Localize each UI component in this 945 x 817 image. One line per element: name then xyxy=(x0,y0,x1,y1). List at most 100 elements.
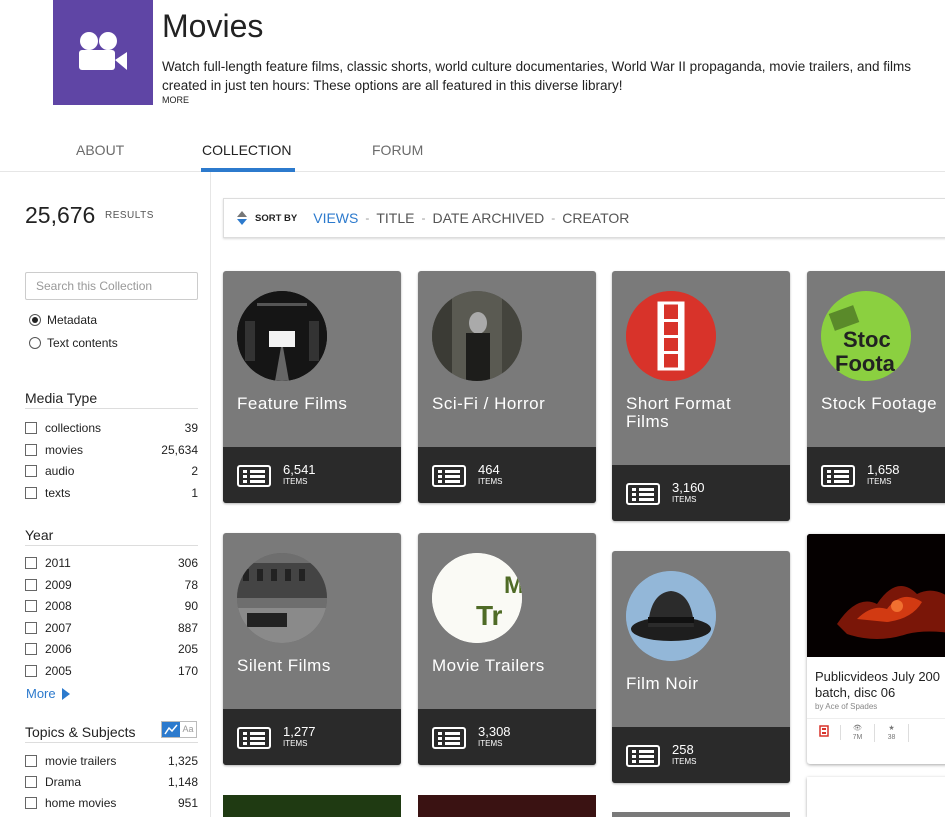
sort-separator: - xyxy=(551,211,556,225)
item-card[interactable]: Publicvideos July 200 batch, disc 06 by … xyxy=(807,534,945,764)
tile-thumbnail: Stoc Foota xyxy=(821,291,911,381)
collection-tile[interactable]: Film Noir 258 ITEMS xyxy=(612,551,790,783)
sort-option-creator[interactable]: CREATOR xyxy=(562,210,629,226)
tab-forum[interactable]: FORUM xyxy=(372,142,423,158)
more-link[interactable]: MORE xyxy=(162,95,189,105)
item-stats: 👁 7M ★ 38 xyxy=(807,718,945,746)
facet-item[interactable]: home movies 951 xyxy=(25,793,198,813)
facet-item[interactable]: 2011 306 xyxy=(25,553,198,573)
item-count: 258 xyxy=(672,742,694,757)
movie-type-icon xyxy=(807,725,841,740)
checkbox[interactable] xyxy=(25,797,37,809)
checkbox[interactable] xyxy=(25,622,37,634)
tile-footer: 258 ITEMS xyxy=(612,727,790,783)
checkbox[interactable] xyxy=(25,600,37,612)
collection-tile-partial[interactable] xyxy=(418,795,596,817)
radio-button[interactable] xyxy=(29,337,41,349)
facet-label: 2006 xyxy=(45,642,72,656)
search-collection-input[interactable] xyxy=(25,272,198,300)
sort-option-views[interactable]: VIEWS xyxy=(313,210,358,226)
facet-count: 205 xyxy=(177,642,198,656)
year-more-link[interactable]: More xyxy=(26,686,70,701)
facet-label: 2011 xyxy=(45,556,71,570)
checkbox[interactable] xyxy=(25,643,37,655)
facet-label: audio xyxy=(45,464,75,478)
facet-count: 170 xyxy=(177,664,198,678)
tile-footer: 1,658 ITEMS xyxy=(807,447,945,503)
facet-item[interactable]: texts 1 xyxy=(25,483,198,503)
facet-title-media-type: Media Type xyxy=(25,390,198,409)
results-count: 25,676 xyxy=(25,202,96,228)
favorites-stat: ★ 38 xyxy=(875,723,909,742)
checkbox[interactable] xyxy=(25,422,37,434)
item-title-line-2: batch, disc 06 xyxy=(815,685,896,700)
checkbox[interactable] xyxy=(25,755,37,767)
facet-item[interactable]: movie trailers 1,325 xyxy=(25,751,198,771)
checkbox[interactable] xyxy=(25,776,37,788)
tab-about[interactable]: ABOUT xyxy=(76,142,124,158)
collection-tile[interactable]: Silent Films 1,277 ITEMS xyxy=(223,533,401,765)
facet-item[interactable]: collections 39 xyxy=(25,418,198,438)
tab-collection[interactable]: COLLECTION xyxy=(202,142,291,158)
more-label: More xyxy=(26,686,56,701)
radio-text-contents[interactable]: Text contents xyxy=(29,336,118,350)
collection-tile-partial[interactable] xyxy=(223,795,401,817)
collection-tabs: ABOUT COLLECTION FORUM xyxy=(0,138,945,172)
sort-option-date-archived[interactable]: DATE ARCHIVED xyxy=(432,210,544,226)
page-title: Movies xyxy=(162,8,264,44)
radio-button-selected[interactable] xyxy=(29,314,41,326)
tile-footer: 6,541 ITEMS xyxy=(223,447,401,503)
collection-tile[interactable]: Feature Films 6,541 ITEMS xyxy=(223,271,401,503)
thumb-text-2: Tr xyxy=(476,600,503,631)
collection-tile[interactable]: Sci-Fi / Horror 464 ITEMS xyxy=(418,271,596,503)
sort-direction-icon[interactable] xyxy=(237,211,247,225)
facet-item[interactable]: 2009 78 xyxy=(25,575,198,595)
tile-thumbnail xyxy=(237,291,327,381)
tile-title: Short Format Films xyxy=(626,395,731,431)
facet-count: 25,634 xyxy=(161,443,198,457)
active-tab-indicator xyxy=(201,168,295,172)
item-count: 6,541 xyxy=(283,462,316,477)
sort-option-title[interactable]: TITLE xyxy=(376,210,414,226)
facet-item[interactable]: 2007 887 xyxy=(25,618,198,638)
chart-icon[interactable] xyxy=(162,722,180,737)
item-title-line-1: Publicvideos July 200 xyxy=(815,669,941,684)
facet-item[interactable]: audio 2 xyxy=(25,461,198,481)
checkbox[interactable] xyxy=(25,557,37,569)
radio-metadata[interactable]: Metadata xyxy=(29,313,97,327)
checkbox[interactable] xyxy=(25,465,37,477)
collection-tile[interactable]: M Tr Movie Trailers 3,308 ITEMS xyxy=(418,533,596,765)
tile-footer: 464 ITEMS xyxy=(418,447,596,503)
list-icon xyxy=(821,465,855,487)
facet-item[interactable]: 2008 90 xyxy=(25,596,198,616)
checkbox[interactable] xyxy=(25,665,37,677)
checkbox[interactable] xyxy=(25,579,37,591)
facet-item[interactable]: 2005 170 xyxy=(25,661,198,681)
item-title: Publicvideos July 200 batch, disc 06 xyxy=(815,669,945,701)
collection-tile-partial[interactable] xyxy=(612,812,790,817)
film-camera-icon xyxy=(79,31,127,70)
list-icon xyxy=(626,483,660,505)
caret-right-icon xyxy=(61,687,70,700)
item-creator[interactable]: by Ace of Spades xyxy=(815,702,877,711)
collection-tile[interactable]: Short Format Films 3,160 ITEMS xyxy=(612,271,790,521)
sort-label: SORT BY xyxy=(255,212,298,224)
views-count: 7M xyxy=(852,733,863,741)
star-icon: ★ xyxy=(888,724,895,732)
checkbox[interactable] xyxy=(25,487,37,499)
items-label: ITEMS xyxy=(283,739,308,748)
topic-view-toggle[interactable]: Aa xyxy=(161,721,197,738)
checkbox[interactable] xyxy=(25,444,37,456)
list-icon xyxy=(432,465,466,487)
item-card-partial[interactable] xyxy=(807,777,945,817)
facet-label: movie trailers xyxy=(45,754,117,768)
collection-logo xyxy=(53,0,153,105)
facet-count: 1,325 xyxy=(167,754,198,768)
item-count: 1,277 xyxy=(283,724,316,739)
radio-label: Metadata xyxy=(47,313,98,327)
facet-item[interactable]: 2006 205 xyxy=(25,639,198,659)
facet-item[interactable]: movies 25,634 xyxy=(25,440,198,460)
collection-tile[interactable]: Stoc Foota Stock Footage 1,658 ITEMS xyxy=(807,271,945,503)
facet-item[interactable]: Drama 1,148 xyxy=(25,772,198,792)
text-view-toggle[interactable]: Aa xyxy=(180,722,196,737)
